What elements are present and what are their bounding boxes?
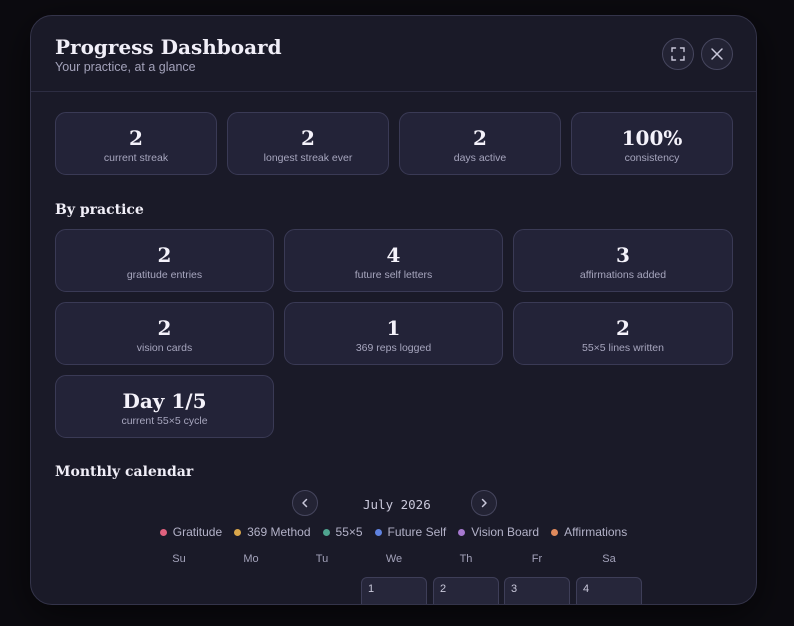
legend-item-gratitude: Gratitude (159, 525, 223, 539)
practice-card-gratitude: 2 gratitude entries (55, 229, 274, 292)
stat-label: current streak (103, 152, 169, 164)
expand-icon (671, 47, 685, 61)
stat-value: 2 (157, 316, 172, 340)
legend-item-future-self: Future Self (374, 525, 447, 539)
stat-card-consistency: 100% consistency (571, 112, 733, 175)
stat-value: 100% (621, 126, 683, 150)
stat-label: 55×5 lines written (581, 342, 664, 354)
stat-value: 2 (473, 126, 487, 150)
stat-value: 2 (157, 243, 172, 267)
weekday-header-su: Su (172, 553, 186, 565)
page-title: Progress Dashboard (55, 35, 282, 59)
next-month-button[interactable] (471, 490, 497, 516)
page-subtitle: Your practice, at a glance (55, 60, 196, 74)
section-heading-by-practice: By practice (55, 202, 144, 218)
stat-card-days-active: 2 days active (399, 112, 561, 175)
legend-item-vision-board: Vision Board (458, 525, 539, 539)
calendar-month-label: July 2026 (363, 497, 431, 512)
stat-value: 2 (616, 316, 630, 340)
stat-value: Day 1/5 (122, 389, 207, 413)
legend-label: Gratitude (172, 525, 223, 539)
stat-label: 369 reps logged (355, 342, 432, 354)
stat-label: affirmations added (579, 269, 667, 281)
legend-label: Vision Board (471, 525, 540, 539)
legend-item-affirmations: Affirmations (551, 525, 627, 539)
stat-label: gratitude entries (126, 269, 203, 281)
day-number: 4 (583, 583, 590, 595)
day-number: 3 (511, 583, 518, 595)
section-heading-monthly-calendar: Monthly calendar (55, 464, 194, 480)
stat-value: 3 (616, 243, 630, 267)
legend-label: Future Self (387, 525, 447, 539)
stat-value: 2 (301, 126, 315, 150)
legend-dot (234, 528, 242, 536)
legend-item-369-method: 369 Method (234, 525, 311, 539)
legend-label: Affirmations (564, 525, 628, 539)
prev-month-button[interactable] (292, 490, 318, 516)
practice-card-55x5-lines: 2 55×5 lines written (513, 302, 733, 365)
close-button[interactable] (701, 38, 733, 70)
stat-value: 4 (386, 243, 401, 267)
stat-value: 2 (129, 126, 143, 150)
calendar-day-cell[interactable]: 1 (361, 577, 427, 604)
stat-label: longest streak ever (263, 152, 353, 164)
calendar-day-cell[interactable]: 3 (504, 577, 570, 604)
weekday-header-mo: Mo (243, 553, 259, 565)
stat-label: current 55×5 cycle (121, 415, 208, 427)
chevron-left-icon (300, 498, 310, 508)
practice-card-55x5-cycle: Day 1/5 current 55×5 cycle (55, 375, 274, 438)
stat-label: future self letters (354, 269, 433, 281)
calendar-legend: Gratitude 369 Method 55×5 Future Self Vi… (31, 525, 756, 539)
close-icon (710, 47, 724, 61)
weekday-header-we: We (385, 553, 403, 565)
day-number: 1 (368, 583, 375, 595)
stat-card-current-streak: 2 current streak (55, 112, 217, 175)
calendar-day-cell[interactable]: 4 (576, 577, 642, 604)
stat-card-longest-streak: 2 longest streak ever (227, 112, 389, 175)
legend-dot (551, 528, 559, 536)
progress-dashboard-modal: Progress Dashboard Your practice, at a g… (30, 15, 757, 605)
stat-label: days active (453, 152, 507, 164)
legend-label: 55×5 (335, 525, 363, 539)
stat-value: 1 (386, 316, 401, 340)
chevron-right-icon (479, 498, 489, 508)
practice-card-future-self: 4 future self letters (284, 229, 503, 292)
weekday-header-th: Th (459, 553, 473, 565)
legend-dot (159, 528, 167, 536)
weekday-header-sa: Sa (602, 553, 616, 565)
practice-card-369-reps: 1 369 reps logged (284, 302, 503, 365)
weekday-header-fr: Fr (531, 553, 543, 565)
legend-label: 369 Method (247, 525, 311, 539)
stat-label: vision cards (136, 342, 193, 354)
legend-dot (374, 528, 382, 536)
legend-item-55x5: 55×5 (322, 525, 363, 539)
weekday-header-tu: Tu (315, 553, 329, 565)
day-number: 2 (440, 583, 447, 595)
practice-card-affirmations: 3 affirmations added (513, 229, 733, 292)
expand-button[interactable] (662, 38, 694, 70)
stat-label: consistency (624, 152, 680, 164)
calendar-day-cell[interactable]: 2 (433, 577, 499, 604)
legend-dot (458, 528, 466, 536)
legend-dot (322, 528, 330, 536)
modal-header: Progress Dashboard Your practice, at a g… (31, 16, 756, 92)
practice-card-vision-cards: 2 vision cards (55, 302, 274, 365)
